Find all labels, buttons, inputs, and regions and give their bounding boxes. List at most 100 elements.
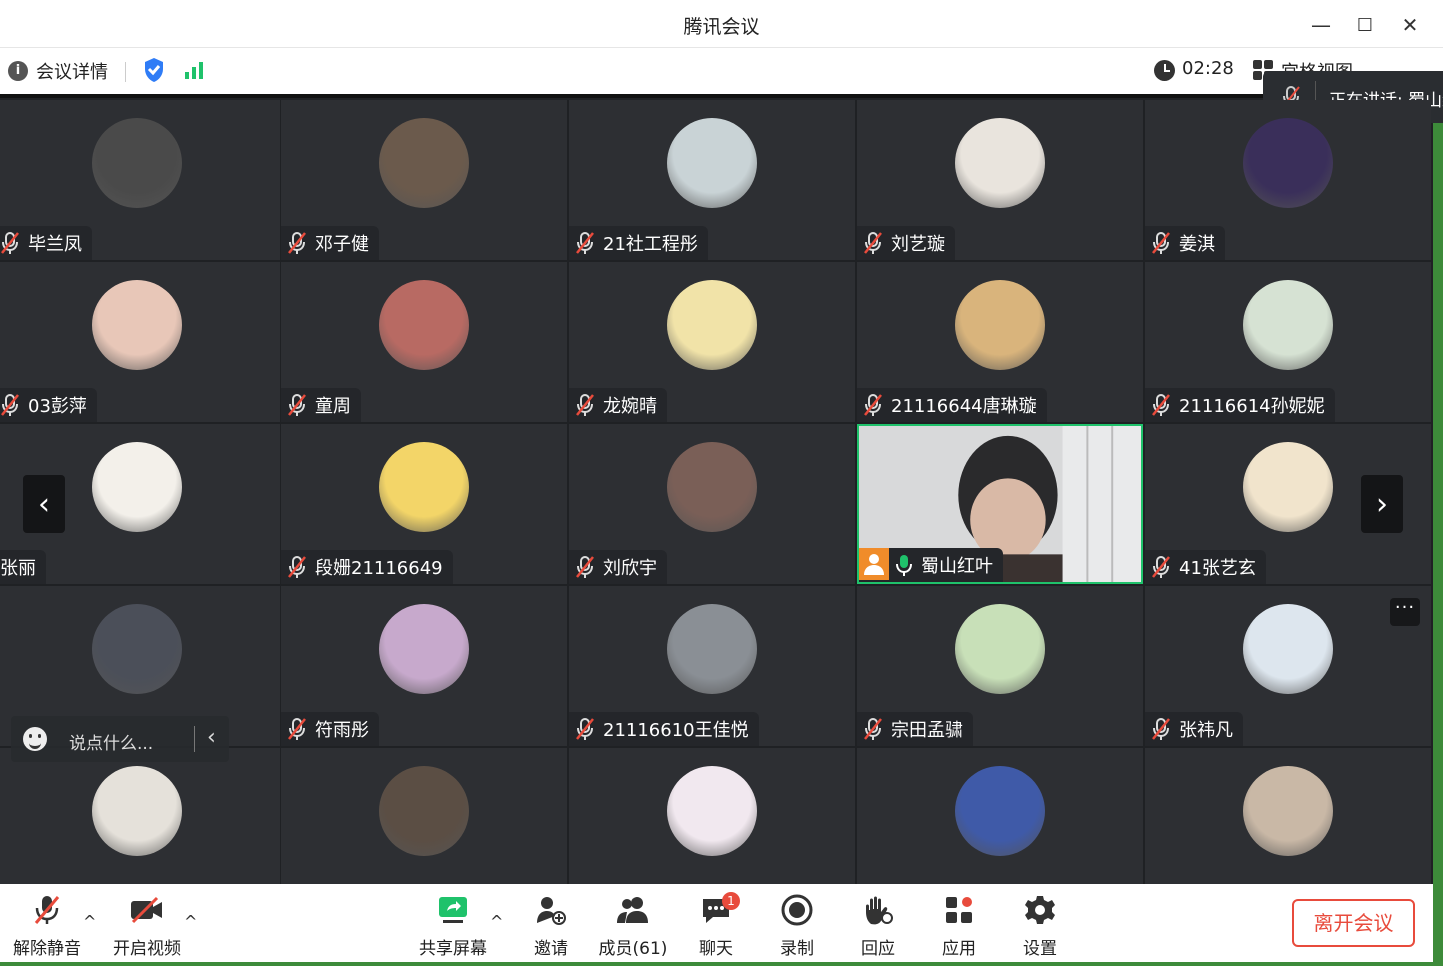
settings-button[interactable]: 设置 [1000, 892, 1080, 959]
participant-name: 符雨彤 [315, 720, 369, 741]
muted-mic-icon [287, 393, 307, 417]
participant-tile[interactable]: 21116614孙妮妮 [1145, 262, 1431, 422]
prev-page-button[interactable]: ‹ [23, 475, 65, 533]
share-screen-icon [439, 897, 467, 923]
audio-options-chevron-icon[interactable]: ^ [83, 912, 96, 931]
participant-name: 刘艺璇 [891, 234, 945, 255]
muted-mic-icon [287, 555, 307, 579]
meeting-details-button[interactable]: 会议详情 [36, 58, 108, 84]
participant-name: 童周 [315, 396, 351, 417]
participant-name: 刘欣宇 [603, 558, 657, 579]
more-options-button[interactable]: ··· [1390, 598, 1420, 626]
maximize-icon[interactable]: ☐ [1350, 10, 1380, 40]
background-strip [0, 962, 1443, 966]
participant-tile[interactable]: 张祎凡 [1145, 586, 1431, 746]
share-options-chevron-icon[interactable]: ^ [490, 912, 503, 931]
muted-mic-icon [575, 393, 595, 417]
settings-label: 设置 [1023, 939, 1057, 959]
security-shield-icon[interactable] [143, 57, 165, 83]
participant-name: 段姗21116649 [315, 558, 443, 579]
background-strip [1433, 94, 1443, 966]
participant-tile[interactable]: 龙婉晴 [569, 262, 855, 422]
avatar [1243, 118, 1333, 208]
unmute-button[interactable]: 解除静音 [7, 892, 87, 959]
invite-button[interactable]: 邀请 [511, 892, 591, 959]
emoji-icon[interactable] [23, 727, 47, 751]
muted-mic-icon [1151, 231, 1171, 255]
record-button[interactable]: 录制 [757, 892, 837, 959]
participant-tile[interactable]: 21社工程彤 [569, 100, 855, 260]
participant-tile[interactable]: 刘艺璇 [857, 100, 1143, 260]
muted-mic-icon [287, 717, 307, 741]
participant-tile[interactable]: 符雨彤 [281, 586, 567, 746]
participant-name-label: 龙婉晴 [569, 388, 667, 422]
participant-tile[interactable]: 刘欣宇 [569, 424, 855, 584]
leave-meeting-button[interactable]: 离开会议 [1292, 899, 1415, 947]
participant-name: 03彭萍 [28, 396, 87, 417]
members-label: 成员(61) [598, 939, 668, 959]
video-off-icon [131, 896, 162, 924]
avatar [1243, 442, 1333, 532]
participant-tile[interactable]: 03彭萍 [0, 262, 280, 422]
participant-tile[interactable]: 21116610王佳悦 [569, 586, 855, 746]
info-bar: i 会议详情 02:28 宫格视图 [0, 48, 1443, 94]
participant-tile[interactable]: 蜀山红叶 [857, 424, 1143, 584]
quick-chat-box[interactable]: 说点什么... ‹ [11, 716, 229, 762]
clock-icon [1154, 60, 1175, 81]
minimize-icon[interactable]: — [1306, 10, 1336, 40]
participant-tile[interactable]: 21116644唐琳璇 [857, 262, 1143, 422]
avatar [667, 766, 757, 856]
participant-tile[interactable]: 姜淇 [1145, 100, 1431, 260]
next-page-button[interactable]: › [1361, 475, 1403, 533]
chat-button[interactable]: 1 聊天 [676, 892, 756, 959]
close-icon[interactable]: ✕ [1395, 10, 1425, 40]
muted-mic-icon [34, 896, 60, 924]
network-signal-icon[interactable] [184, 60, 206, 80]
muted-mic-icon [863, 393, 883, 417]
participant-name: 21社工程彤 [603, 234, 698, 255]
avatar [955, 604, 1045, 694]
participant-tile[interactable]: 毕兰凤 [0, 100, 280, 260]
participant-name: 宗田孟骕 [891, 720, 963, 741]
participant-name: 龙婉晴 [603, 396, 657, 417]
unread-badge: 1 [722, 892, 740, 910]
participant-name-label: 41张艺玄 [1145, 550, 1266, 584]
muted-mic-icon [0, 393, 20, 417]
info-icon[interactable]: i [8, 61, 28, 81]
muted-mic-icon [863, 231, 883, 255]
invite-user-icon [537, 897, 566, 925]
participant-tile[interactable]: 邓子健 [281, 100, 567, 260]
avatar [955, 766, 1045, 856]
chat-label: 聊天 [699, 939, 733, 959]
video-options-chevron-icon[interactable]: ^ [184, 912, 197, 931]
participant-tile[interactable]: 宗田孟骕 [857, 586, 1143, 746]
participant-tile[interactable]: 段姗21116649 [281, 424, 567, 584]
react-button[interactable]: 回应 [838, 892, 918, 959]
participant-name: 张丽 [0, 558, 36, 579]
apps-button[interactable]: 应用 [919, 892, 999, 959]
avatar [92, 766, 182, 856]
start-video-button[interactable]: 开启视频 [107, 892, 187, 959]
share-screen-button[interactable]: 共享屏幕 [413, 892, 493, 959]
participant-tile[interactable]: 童周 [281, 262, 567, 422]
meeting-timer: 02:28 [1182, 58, 1234, 79]
members-button[interactable]: 成员(61) [593, 892, 673, 959]
participant-tile[interactable] [857, 748, 1143, 884]
avatar [1243, 766, 1333, 856]
participant-tile[interactable] [1145, 748, 1431, 884]
apps-label: 应用 [942, 939, 976, 959]
chat-input[interactable]: 说点什么... [69, 729, 153, 754]
apps-grid-icon [946, 897, 972, 923]
participant-name-label: 刘艺璇 [857, 226, 955, 260]
muted-mic-icon [0, 231, 20, 255]
collapse-chevron-icon[interactable]: ‹ [207, 725, 216, 750]
participant-tile[interactable] [569, 748, 855, 884]
participant-tile[interactable] [281, 748, 567, 884]
participant-name-label: 童周 [281, 388, 361, 422]
avatar [955, 280, 1045, 370]
avatar [92, 442, 182, 532]
participant-name: 姜淇 [1179, 234, 1215, 255]
participant-name: 毕兰凤 [28, 234, 82, 255]
participant-tile[interactable] [0, 748, 280, 884]
avatar [379, 604, 469, 694]
